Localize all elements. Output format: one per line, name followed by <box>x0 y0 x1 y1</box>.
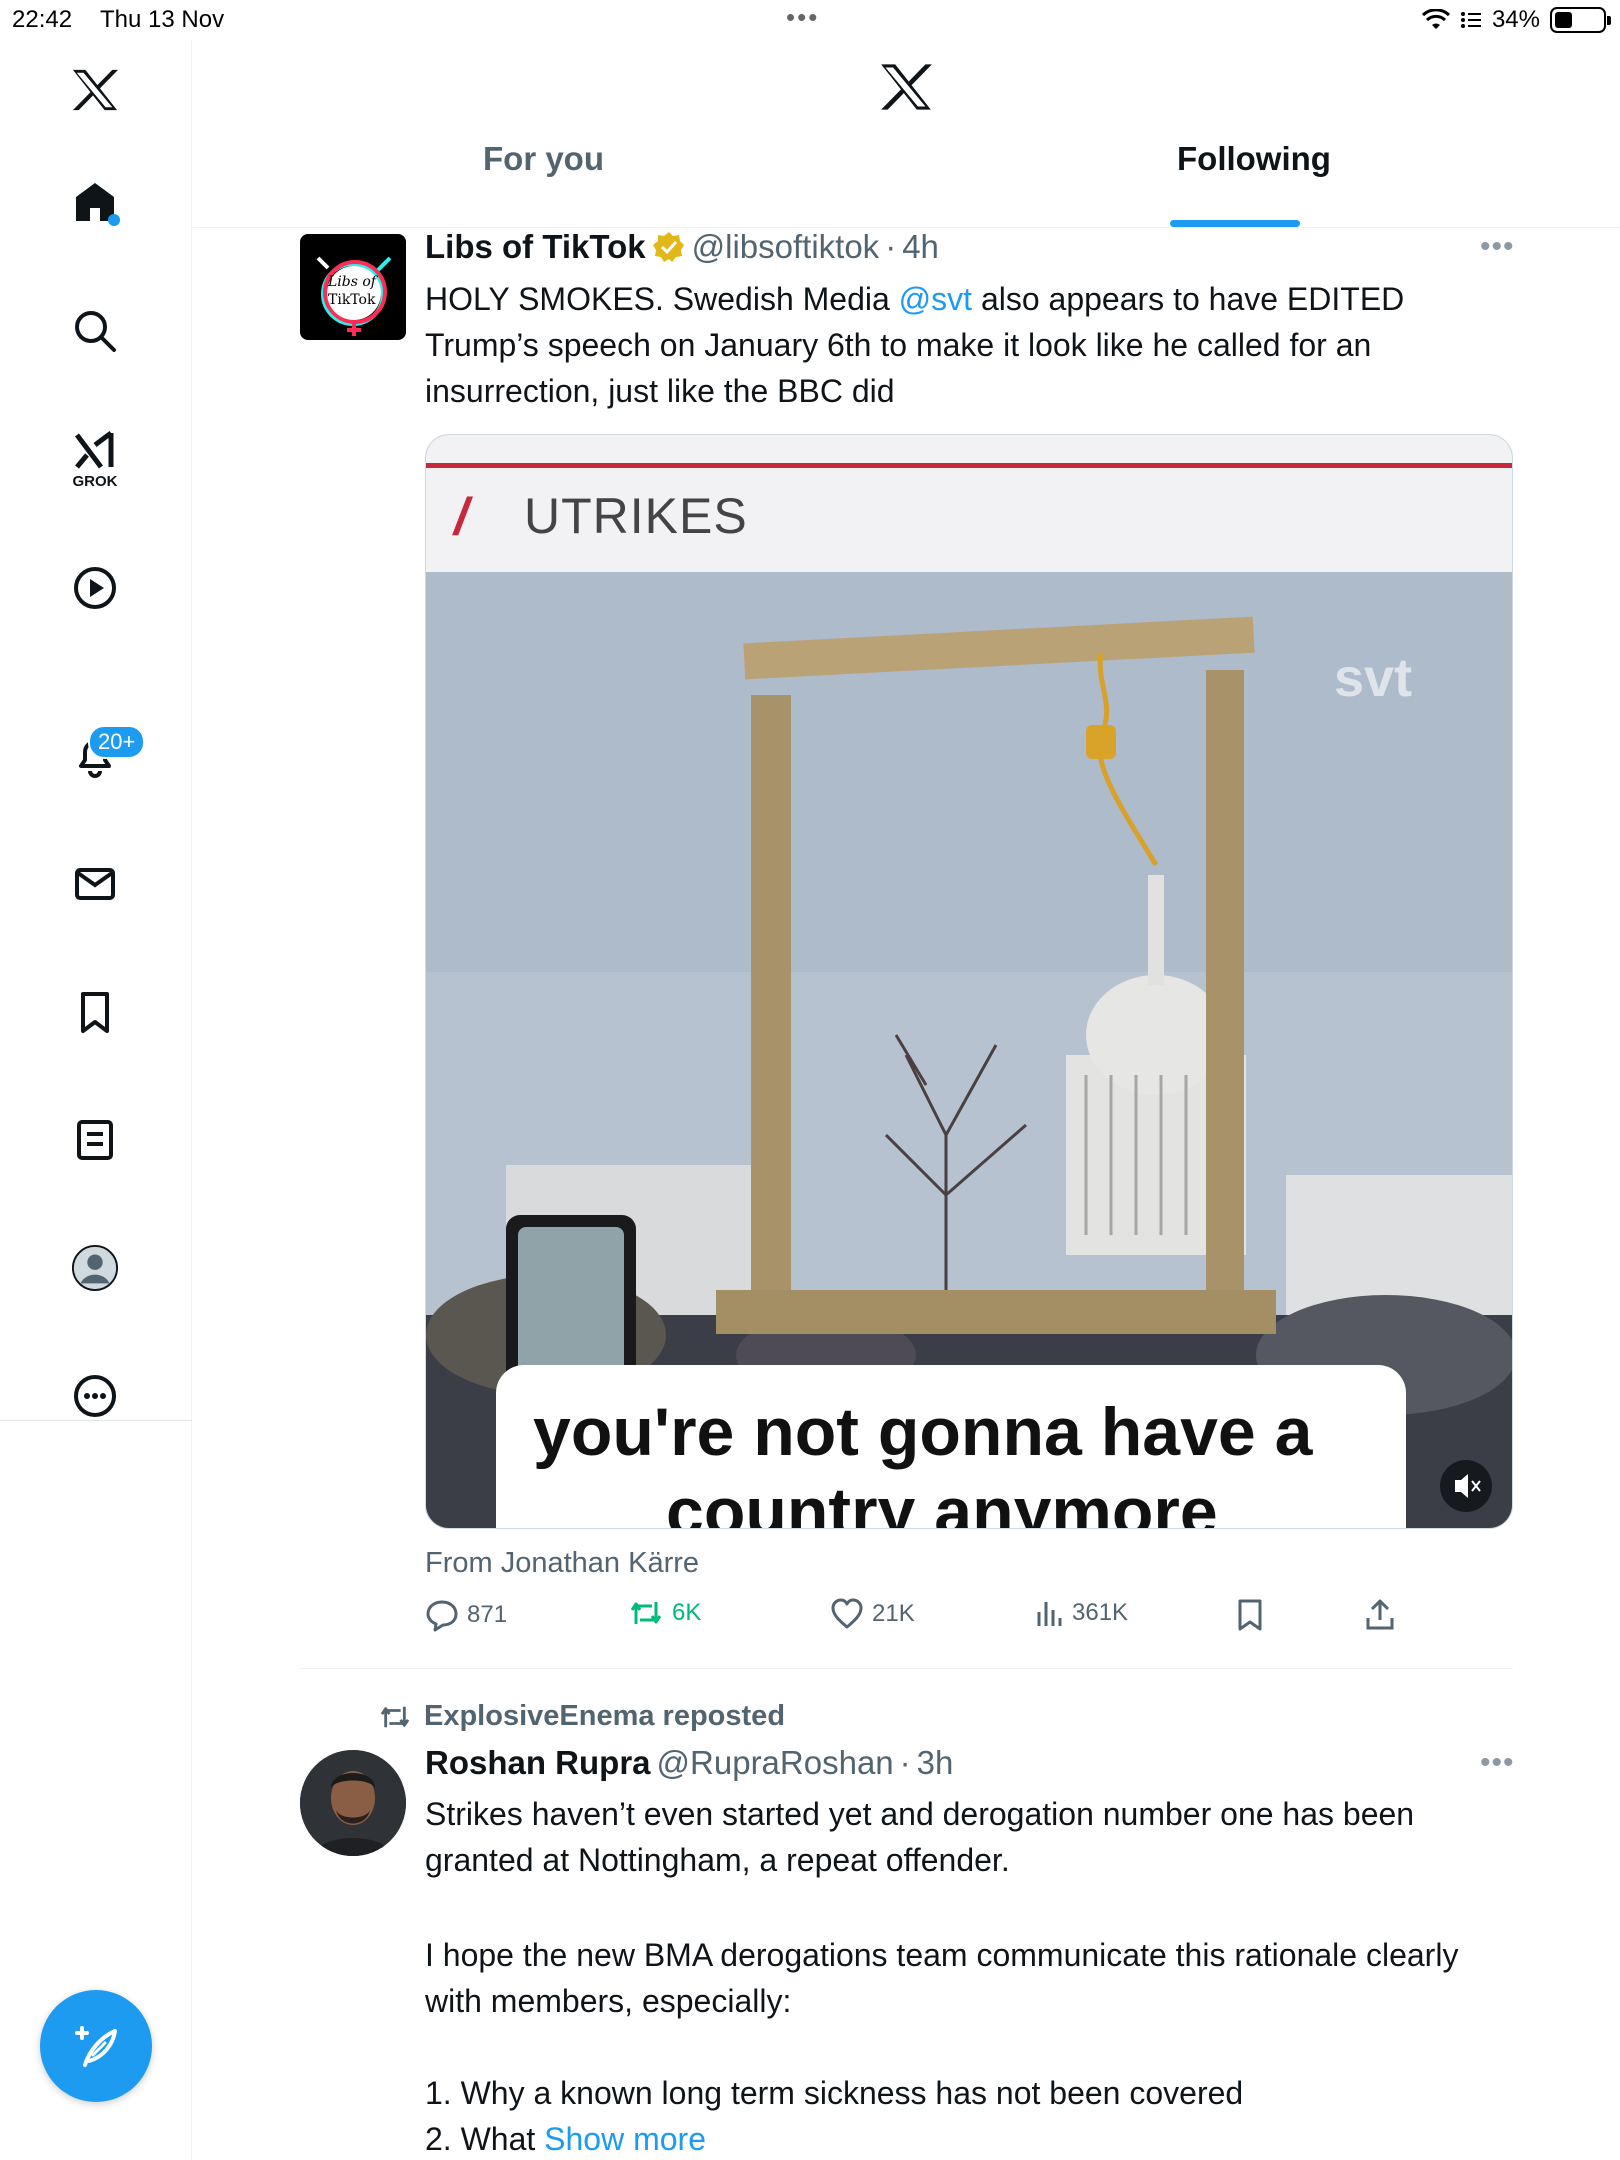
avatar-libsoftiktok[interactable]: Libs of TikTok <box>300 234 406 340</box>
mention-link[interactable]: @svt <box>899 281 972 317</box>
share-upload-icon <box>1366 1599 1394 1630</box>
notifications-badge: 20+ <box>88 725 146 759</box>
wifi-icon <box>1421 9 1450 29</box>
post2-item2: 2. What Show more <box>425 2116 1515 2160</box>
video-banner-slash: / <box>454 488 469 546</box>
post-text: HOLY SMOKES. Swedish Media @svt also app… <box>425 276 1515 414</box>
avatar-text-line1: Libs of <box>328 274 376 290</box>
post-author-line: Libs of TikTok @libsoftiktok · 4h <box>425 228 939 266</box>
repost-context-icon <box>380 1706 410 1727</box>
post2-more-icon[interactable]: ••• <box>1480 1746 1515 1780</box>
reply-count: 871 <box>467 1601 508 1628</box>
avatar-text-line2: TikTok <box>328 292 376 308</box>
compose-feather-icon <box>75 2026 117 2067</box>
views-count: 361K <box>1072 1599 1129 1626</box>
heart-icon <box>831 1598 863 1629</box>
status-bar: 22:42 Thu 13 Nov ••• 34% <box>0 0 1620 40</box>
x-header-logo-icon[interactable] <box>879 62 933 117</box>
repost-count: 6K <box>672 1599 702 1626</box>
like-count: 21K <box>872 1600 915 1627</box>
post2-item2-text: 2. What <box>425 2121 536 2157</box>
sidebar-divider <box>0 1420 192 1421</box>
bookmark-icon <box>1238 1599 1262 1631</box>
separator2-dot: · <box>899 1744 911 1781</box>
like-button[interactable]: 21K <box>830 1598 915 1630</box>
verified-gold-badge-icon <box>652 232 684 262</box>
repost-context-label: ExplosiveEnema reposted <box>424 1700 786 1732</box>
tab-following[interactable]: Following <box>1177 140 1331 178</box>
list-status-icon <box>1460 12 1481 28</box>
post-time[interactable]: 4h <box>902 228 939 266</box>
video-frame <box>426 435 1512 1528</box>
status-time: 22:42 <box>12 6 73 33</box>
bookmark-button[interactable] <box>1235 1598 1265 1632</box>
home-unread-dot <box>108 214 120 226</box>
post2-para2: I hope the new BMA derogations team comm… <box>425 1937 1459 2019</box>
author2-handle[interactable]: @RupraRoshan <box>657 1744 894 1782</box>
video-caption-line2: country anymore <box>666 1474 1218 1529</box>
grok-icon <box>75 430 114 469</box>
reply-bubble-icon <box>426 1600 458 1632</box>
author2-name[interactable]: Roshan Rupra <box>425 1744 651 1782</box>
tab-for-you[interactable]: For you <box>483 140 604 178</box>
share-button[interactable] <box>1364 1598 1396 1632</box>
messages-envelope-icon[interactable] <box>71 860 119 908</box>
x-logo-icon[interactable] <box>71 66 119 114</box>
multitasking-dots-icon[interactable]: ••• <box>786 2 819 33</box>
author-name[interactable]: Libs of TikTok <box>425 228 646 266</box>
repost-icon <box>630 1602 662 1624</box>
status-date: Thu 13 Nov <box>100 6 225 33</box>
post2-para1: Strikes haven’t even started yet and der… <box>425 1796 1415 1878</box>
video-watermark: svt <box>1334 648 1413 708</box>
more-options-icon[interactable] <box>71 1372 119 1420</box>
author-handle[interactable]: @libsoftiktok <box>692 228 880 266</box>
lists-icon[interactable] <box>71 1116 119 1164</box>
views-bars-icon <box>1037 1602 1062 1626</box>
video-caption-line1: you're not gonna have a <box>533 1394 1313 1470</box>
search-icon[interactable] <box>71 307 119 355</box>
show-more-link[interactable]: Show more <box>544 2121 706 2157</box>
post-actions: 871 6K 21K 361K <box>0 1598 1620 1646</box>
avatar-ruprroshan[interactable] <box>300 1750 406 1856</box>
repost-context[interactable]: ExplosiveEnema reposted <box>378 1700 785 1733</box>
timeline-header: For you Following <box>193 40 1620 228</box>
active-tab-indicator <box>1170 220 1300 227</box>
battery-icon <box>1550 7 1611 33</box>
separator-dot: · <box>885 228 897 265</box>
post2-time[interactable]: 3h <box>917 1744 954 1782</box>
reply-button[interactable]: 871 <box>425 1598 507 1632</box>
sidebar-nav: GROK 20+ <box>0 40 192 2160</box>
status-right: 34% <box>1421 6 1611 34</box>
compose-post-button[interactable] <box>40 1990 152 2102</box>
post-video[interactable]: / UTRIKES svt you're not gonna have a co… <box>425 434 1513 1529</box>
views-button[interactable]: 361K <box>1034 1598 1128 1628</box>
bookmarks-icon[interactable] <box>71 988 119 1036</box>
post-separator <box>300 1668 1513 1669</box>
video-play-icon[interactable] <box>71 564 119 612</box>
battery-percent: 34% <box>1491 6 1540 33</box>
repost-button[interactable]: 6K <box>628 1598 701 1628</box>
video-attribution[interactable]: From Jonathan Kärre <box>425 1547 699 1580</box>
grok-nav-item[interactable]: GROK <box>71 430 119 490</box>
grok-label: GROK <box>72 472 118 490</box>
post2-item1: 1. Why a known long term sickness has no… <box>425 2075 1244 2111</box>
post-more-icon[interactable]: ••• <box>1480 230 1515 264</box>
video-banner-title: UTRIKES <box>524 488 748 544</box>
profile-avatar-icon[interactable] <box>71 1244 119 1292</box>
post-text-part1: HOLY SMOKES. Swedish Media <box>425 281 899 317</box>
post2-author-line: Roshan Rupra @RupraRoshan · 3h <box>425 1744 953 1782</box>
